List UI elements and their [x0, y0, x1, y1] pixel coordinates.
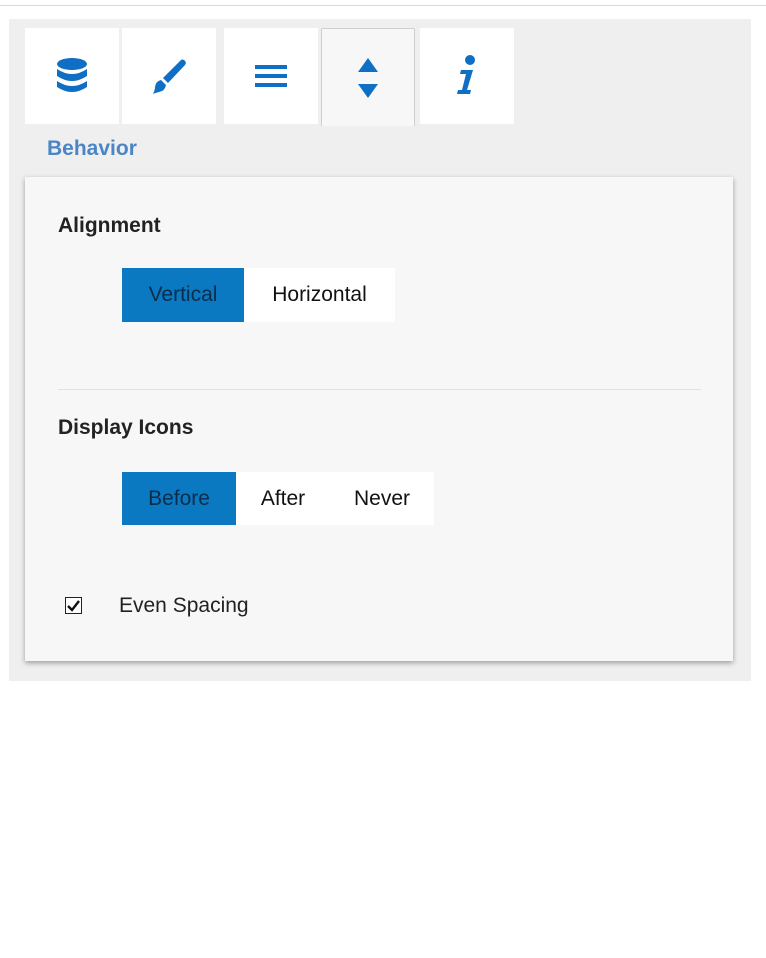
tab-list[interactable]	[224, 28, 318, 124]
display-icons-after-button[interactable]: After	[236, 472, 330, 525]
behavior-card: Alignment Vertical Horizontal Display Ic…	[25, 177, 733, 661]
checkmark-icon	[67, 600, 80, 612]
alignment-toggle: Vertical Horizontal	[122, 268, 395, 322]
display-icons-toggle: Before After Never	[122, 472, 434, 525]
tab-info[interactable]	[420, 28, 514, 124]
tab-style[interactable]	[122, 28, 216, 124]
display-icons-never-button[interactable]: Never	[330, 472, 434, 525]
alignment-horizontal-button[interactable]: Horizontal	[244, 268, 395, 322]
alignment-vertical-button[interactable]: Vertical	[122, 268, 244, 322]
sort-arrows-icon	[357, 56, 379, 100]
even-spacing-checkbox[interactable]	[65, 597, 82, 614]
tab-data[interactable]	[25, 28, 119, 124]
tab-behavior[interactable]	[321, 28, 415, 126]
display-icons-label: Display Icons	[58, 416, 194, 439]
display-icons-before-button[interactable]: Before	[122, 472, 236, 525]
alignment-label: Alignment	[58, 214, 161, 237]
list-icon	[255, 64, 287, 88]
brush-icon	[150, 57, 188, 95]
section-title: Behavior	[47, 137, 137, 160]
section-divider	[58, 389, 701, 390]
database-icon	[54, 57, 90, 95]
even-spacing-label[interactable]: Even Spacing	[119, 594, 249, 618]
info-icon	[455, 54, 479, 98]
top-divider	[0, 5, 766, 6]
